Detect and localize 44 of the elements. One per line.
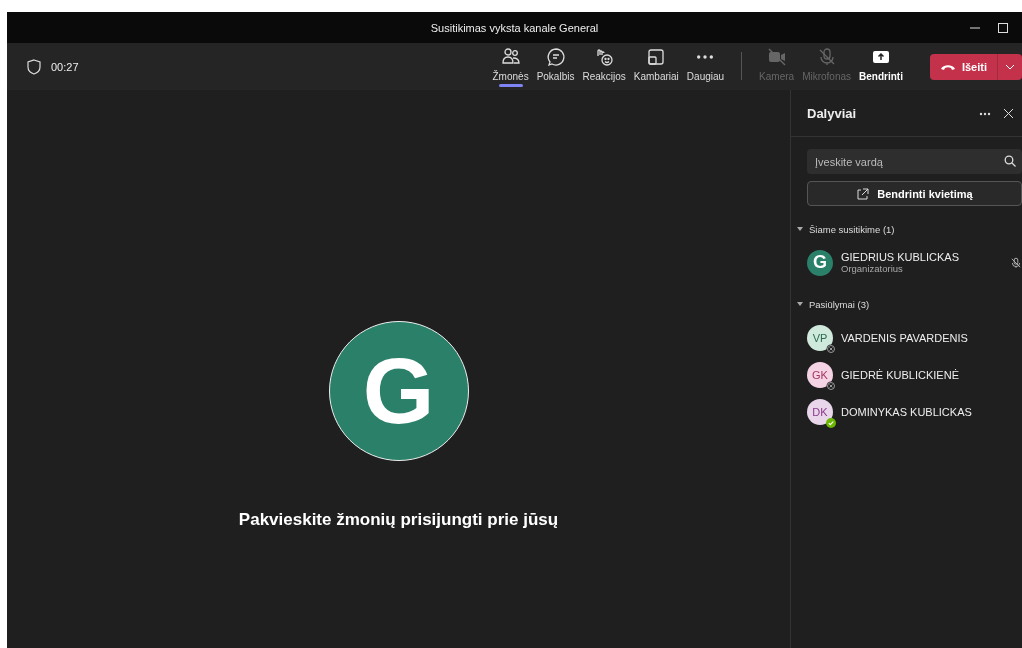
avatar: G <box>807 249 833 276</box>
participant-row[interactable]: GK GIEDRĖ KUBLICKIENĖ <box>791 356 1022 393</box>
react-button[interactable]: Reakcijos <box>579 44 629 89</box>
shield-icon <box>27 58 41 75</box>
section-header[interactable]: Šiame susitikime (1) <box>791 220 1022 238</box>
maximize-icon[interactable] <box>998 22 1008 33</box>
chat-button[interactable]: Pokalbis <box>533 44 578 89</box>
avatar: DK <box>807 398 833 425</box>
meeting-timer: 00:27 <box>51 60 80 73</box>
window-title: Susitikimas vyksta kanale General <box>430 21 599 34</box>
chevron-down-icon <box>1005 63 1015 70</box>
leave-button[interactable]: Išeiti <box>929 53 997 80</box>
participant-name: VARDENIS PAVARDENIS <box>841 331 969 344</box>
people-button[interactable]: Žmonės <box>489 44 532 89</box>
more-icon <box>697 54 714 59</box>
participant-name: DOMINYKAS KUBLICKAS <box>841 405 973 418</box>
participant-name: GIEDRĖ KUBLICKIENĖ <box>841 368 960 381</box>
more-icon[interactable] <box>979 110 991 116</box>
search-icon[interactable] <box>1004 155 1016 167</box>
share-button[interactable]: Bendrinti <box>856 44 906 89</box>
participant-row[interactable]: DK DOMINYKAS KUBLICKAS <box>791 393 1022 430</box>
chat-icon <box>545 46 566 67</box>
participant-row[interactable]: VP VARDENIS PAVARDENIS <box>791 319 1022 356</box>
rooms-button[interactable]: Kambariai <box>630 44 682 89</box>
section-header[interactable]: Pasiūlymai (3) <box>791 295 1022 313</box>
participant-name: GIEDRIUS KUBLICKAS <box>841 251 960 263</box>
share-icon <box>856 187 870 200</box>
participant-role: Organizatorius <box>841 263 904 274</box>
avatar: VP <box>807 324 833 351</box>
panel-title: Dalyviai <box>807 105 858 121</box>
rooms-icon <box>646 46 667 67</box>
search-field[interactable]: Įveskite vardą <box>807 149 1022 174</box>
participant-row[interactable]: G GIEDRIUS KUBLICKAS Organizatorius <box>791 244 1022 281</box>
phone-hangup-icon <box>939 62 956 71</box>
more-button[interactable]: Daugiau <box>683 44 728 89</box>
people-icon <box>500 46 521 67</box>
avatar: G <box>328 321 469 461</box>
caret-icon <box>797 227 803 231</box>
avatar: GK <box>807 361 833 388</box>
caret-icon <box>797 302 803 306</box>
share-invite-button[interactable]: Bendrinti kvietimą <box>807 181 1022 206</box>
invite-message: Pakvieskite žmonių prisijungti prie jūsų <box>238 510 559 530</box>
camera-off-icon <box>766 46 787 67</box>
close-icon[interactable] <box>1003 107 1014 119</box>
